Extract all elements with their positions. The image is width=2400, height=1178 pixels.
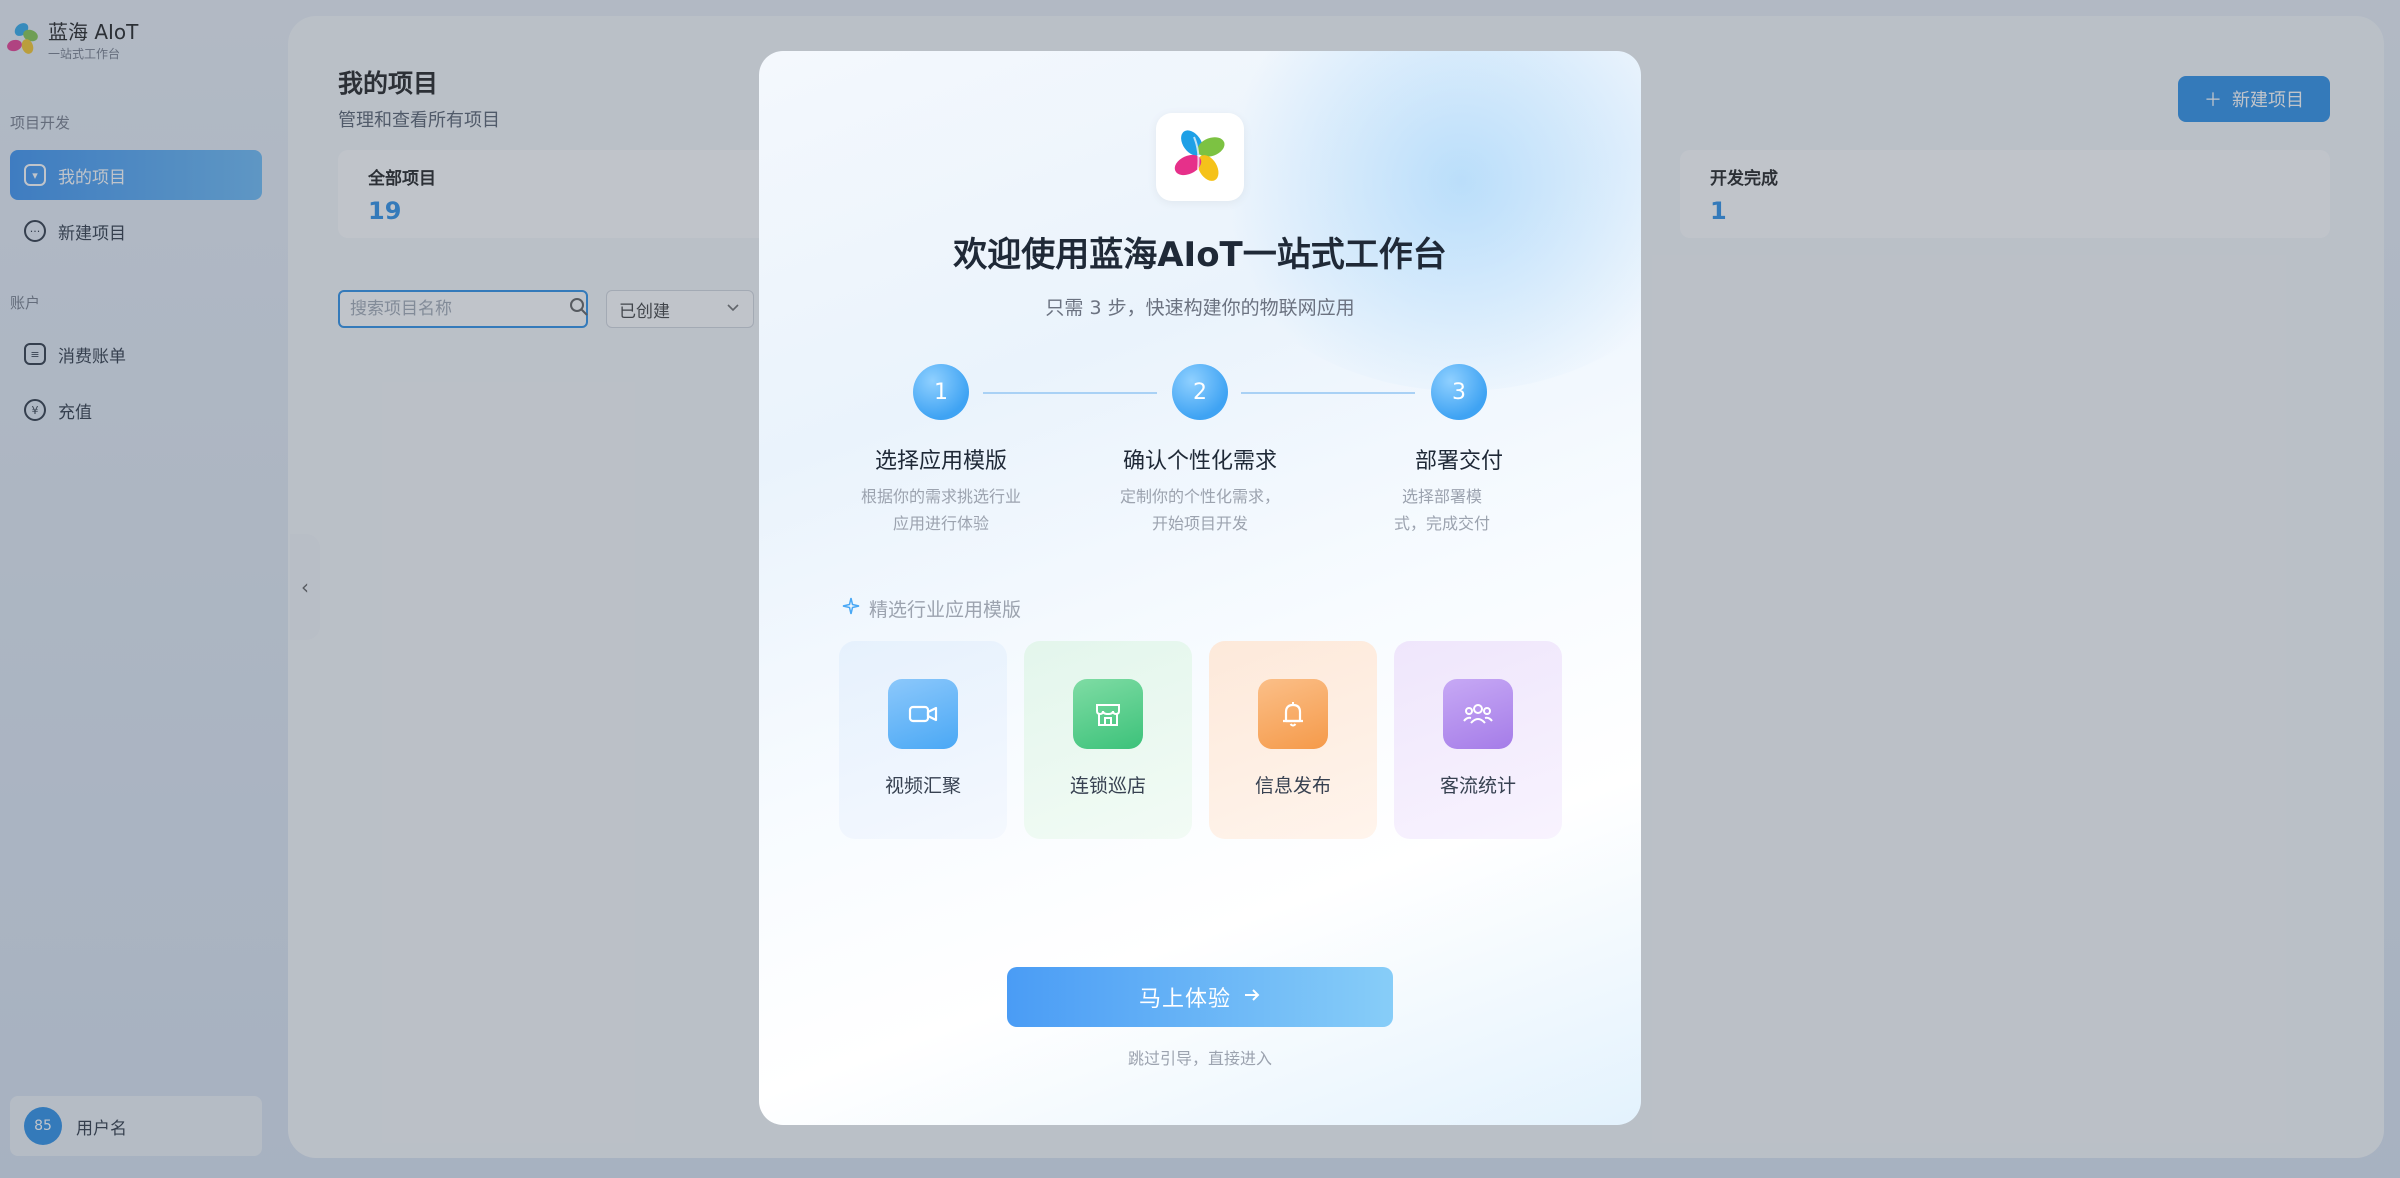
modal-title: 欢迎使用蓝海AIoT一站式工作台 <box>953 235 1447 275</box>
template-card-publish[interactable]: 信息发布 <box>1209 641 1377 839</box>
templates-label-text: 精选行业应用模版 <box>869 599 1022 621</box>
template-card-traffic[interactable]: 客流统计 <box>1394 641 1562 839</box>
skip-guide-link[interactable]: 跳过引导，直接进入 <box>759 1045 1641 1069</box>
step-number: 3 <box>1431 364 1487 420</box>
step-number: 1 <box>913 364 969 420</box>
template-name: 视频汇聚 <box>884 775 961 797</box>
welcome-modal: 欢迎使用蓝海AIoT一站式工作台 只需 3 步，快速构建你的物联网应用 1 2 … <box>759 51 1641 1125</box>
template-name: 信息发布 <box>1254 775 1331 797</box>
try-now-button[interactable]: 马上体验 <box>1007 967 1393 1027</box>
template-card-video[interactable]: 视频汇聚 <box>839 641 1007 839</box>
step-connector <box>983 392 1157 394</box>
step-description: 定制你的个性化需求，开始项目开发 <box>1119 487 1280 533</box>
sparkle-icon <box>841 596 861 621</box>
store-icon <box>1073 679 1143 749</box>
people-icon <box>1443 679 1513 749</box>
video-camera-icon <box>888 679 958 749</box>
template-name: 客流统计 <box>1439 775 1516 797</box>
step-title: 确认个性化需求 <box>1122 449 1277 474</box>
step-description: 选择部署模式，完成交付 <box>1393 487 1490 533</box>
bell-icon <box>1258 679 1328 749</box>
step-description: 根据你的需求挑选行业应用进行体验 <box>860 487 1021 533</box>
templates-label: 精选行业应用模版 <box>841 595 1021 622</box>
app-logo <box>1156 113 1244 201</box>
template-name: 连锁巡店 <box>1069 775 1146 797</box>
arrow-right-icon <box>1243 985 1261 1010</box>
step-title: 部署交付 <box>1414 449 1503 474</box>
step-number: 2 <box>1172 364 1228 420</box>
step-title: 选择应用模版 <box>874 449 1007 474</box>
template-card-store[interactable]: 连锁巡店 <box>1024 641 1192 839</box>
modal-subtitle: 只需 3 步，快速构建你的物联网应用 <box>1045 297 1355 319</box>
try-now-label: 马上体验 <box>1138 987 1231 1012</box>
step-connector <box>1241 392 1415 394</box>
